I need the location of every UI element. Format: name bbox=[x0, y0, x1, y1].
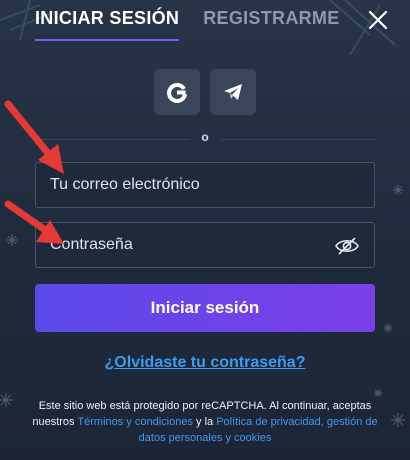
email-field bbox=[35, 162, 375, 208]
forgot-password-link[interactable]: ¿Olvidaste tu contraseña? bbox=[105, 354, 306, 371]
toggle-password-visibility[interactable] bbox=[334, 234, 360, 258]
email-input[interactable] bbox=[36, 163, 374, 207]
eye-slash-icon bbox=[335, 237, 359, 255]
terms-link[interactable]: Términos y condiciones bbox=[77, 416, 193, 428]
google-login-button[interactable] bbox=[154, 69, 200, 115]
telegram-login-button[interactable] bbox=[210, 69, 256, 115]
tab-login[interactable]: INICIAR SESIÓN bbox=[35, 8, 180, 41]
red-arrow-icon bbox=[4, 100, 64, 174]
or-label: o bbox=[189, 130, 221, 144]
legal-text-and: y la bbox=[196, 416, 214, 428]
legal-notice: Este sitio web está protegido por reCAPT… bbox=[20, 398, 390, 446]
forgot-password: ¿Olvidaste tu contraseña? bbox=[0, 354, 410, 372]
close-button[interactable] bbox=[366, 8, 390, 32]
telegram-icon bbox=[224, 84, 242, 100]
auth-tabs: INICIAR SESIÓN REGISTRARME bbox=[35, 8, 340, 41]
google-logo-icon bbox=[167, 83, 187, 103]
login-submit-button[interactable]: Iniciar sesión bbox=[35, 284, 375, 332]
tab-register[interactable]: REGISTRARME bbox=[203, 8, 339, 29]
red-arrow-icon bbox=[4, 200, 64, 244]
close-icon bbox=[368, 10, 388, 30]
password-field bbox=[35, 222, 375, 268]
password-input[interactable] bbox=[36, 223, 374, 267]
